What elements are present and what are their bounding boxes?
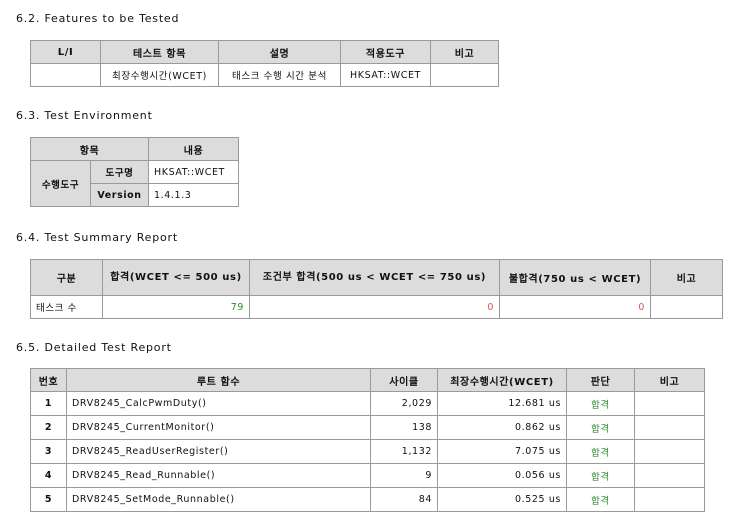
features-cell-item: 최장수행시간(WCET) (100, 63, 219, 87)
features-header-li: L/I (30, 40, 101, 64)
detail-note (634, 439, 705, 464)
detail-result: 합격 (566, 439, 635, 464)
detail-result: 합격 (566, 415, 635, 440)
table-row: 3 DRV8245_ReadUserRegister() 1,132 7.075… (30, 439, 705, 464)
features-header-tool: 적용도구 (340, 40, 431, 64)
detail-header-no: 번호 (30, 368, 67, 392)
summary-label-task-count: 태스크 수 (30, 295, 103, 319)
summary-header-conditional: 조건부 합격(500 us < WCET <= 750 us) (249, 259, 500, 296)
detail-no: 2 (30, 415, 67, 440)
summary-pass-count: 79 (102, 295, 250, 319)
detail-result: 합격 (566, 463, 635, 488)
summary-conditional-count: 0 (249, 295, 500, 319)
env-header-item: 항목 (29, 137, 150, 161)
detail-func: DRV8245_CurrentMonitor() (66, 415, 371, 440)
detail-no: 1 (30, 391, 67, 416)
env-key-tool-name: 도구명 (89, 160, 150, 184)
detail-wcet: 0.862 us (437, 415, 567, 440)
detail-result: 합격 (566, 391, 635, 416)
table-row: 5 DRV8245_SetMode_Runnable() 84 0.525 us… (30, 487, 705, 512)
detail-func: DRV8245_Read_Runnable() (66, 463, 371, 488)
summary-header-fail: 불합격(750 us < WCET) (499, 259, 651, 296)
table-row: 4 DRV8245_Read_Runnable() 9 0.056 us 합격 (30, 463, 705, 488)
section-heading-environment: 6.3. Test Environment (16, 109, 153, 122)
environment-table: 항목 내용 수행도구 도구명 HKSAT::WCET Version 1.4.1… (29, 137, 240, 207)
features-cell-li (30, 63, 101, 87)
detail-note (634, 487, 705, 512)
detail-note (634, 415, 705, 440)
detail-no: 3 (30, 439, 67, 464)
table-row: 2 DRV8245_CurrentMonitor() 138 0.862 us … (30, 415, 705, 440)
section-heading-summary: 6.4. Test Summary Report (16, 231, 178, 244)
detail-result: 합격 (566, 487, 635, 512)
summary-note (650, 295, 723, 319)
features-header-note: 비고 (430, 40, 499, 64)
detail-wcet: 12.681 us (437, 391, 567, 416)
detail-cycle: 84 (370, 487, 438, 512)
features-cell-desc: 태스크 수행 시간 분석 (218, 63, 341, 87)
features-cell-tool: HKSAT::WCET (340, 63, 431, 87)
features-header-desc: 설명 (218, 40, 341, 64)
detail-note (634, 463, 705, 488)
section-heading-detailed: 6.5. Detailed Test Report (16, 341, 172, 354)
summary-table: 구분 합격(WCET <= 500 us) 조건부 합격(500 us < WC… (30, 259, 723, 319)
detail-func: DRV8245_SetMode_Runnable() (66, 487, 371, 512)
summary-fail-count: 0 (499, 295, 651, 319)
features-cell-note (430, 63, 499, 87)
detail-no: 5 (30, 487, 67, 512)
features-table: L/I 테스트 항목 설명 적용도구 비고 최장수행시간(WCET) 태스크 수… (30, 40, 499, 87)
detail-no: 4 (30, 463, 67, 488)
env-value-tool-name: HKSAT::WCET (148, 160, 240, 184)
env-header-content: 내용 (148, 137, 240, 161)
section-heading-features: 6.2. Features to be Tested (16, 12, 180, 25)
detail-header-result: 판단 (566, 368, 635, 392)
env-value-version: 1.4.1.3 (148, 183, 240, 207)
detail-note (634, 391, 705, 416)
detail-cycle: 138 (370, 415, 438, 440)
summary-header-category: 구분 (30, 259, 103, 296)
detail-func: DRV8245_CalcPwmDuty() (66, 391, 371, 416)
table-row: 1 DRV8245_CalcPwmDuty() 2,029 12.681 us … (30, 391, 705, 416)
features-header-item: 테스트 항목 (100, 40, 219, 64)
env-key-version: Version (89, 183, 150, 207)
summary-header-pass: 합격(WCET <= 500 us) (102, 259, 250, 296)
detail-wcet: 7.075 us (437, 439, 567, 464)
summary-header-note: 비고 (650, 259, 723, 296)
detail-cycle: 1,132 (370, 439, 438, 464)
detail-header-func: 루트 함수 (66, 368, 371, 392)
detail-cycle: 2,029 (370, 391, 438, 416)
detail-wcet: 0.525 us (437, 487, 567, 512)
detail-func: DRV8245_ReadUserRegister() (66, 439, 371, 464)
detail-cycle: 9 (370, 463, 438, 488)
detail-wcet: 0.056 us (437, 463, 567, 488)
detail-header-wcet: 최장수행시간(WCET) (437, 368, 567, 392)
env-group-label: 수행도구 (30, 160, 91, 207)
detailed-table: 번호 루트 함수 사이클 최장수행시간(WCET) 판단 비고 1 DRV824… (30, 368, 705, 512)
detail-header-cycle: 사이클 (370, 368, 438, 392)
detail-header-note: 비고 (634, 368, 705, 392)
